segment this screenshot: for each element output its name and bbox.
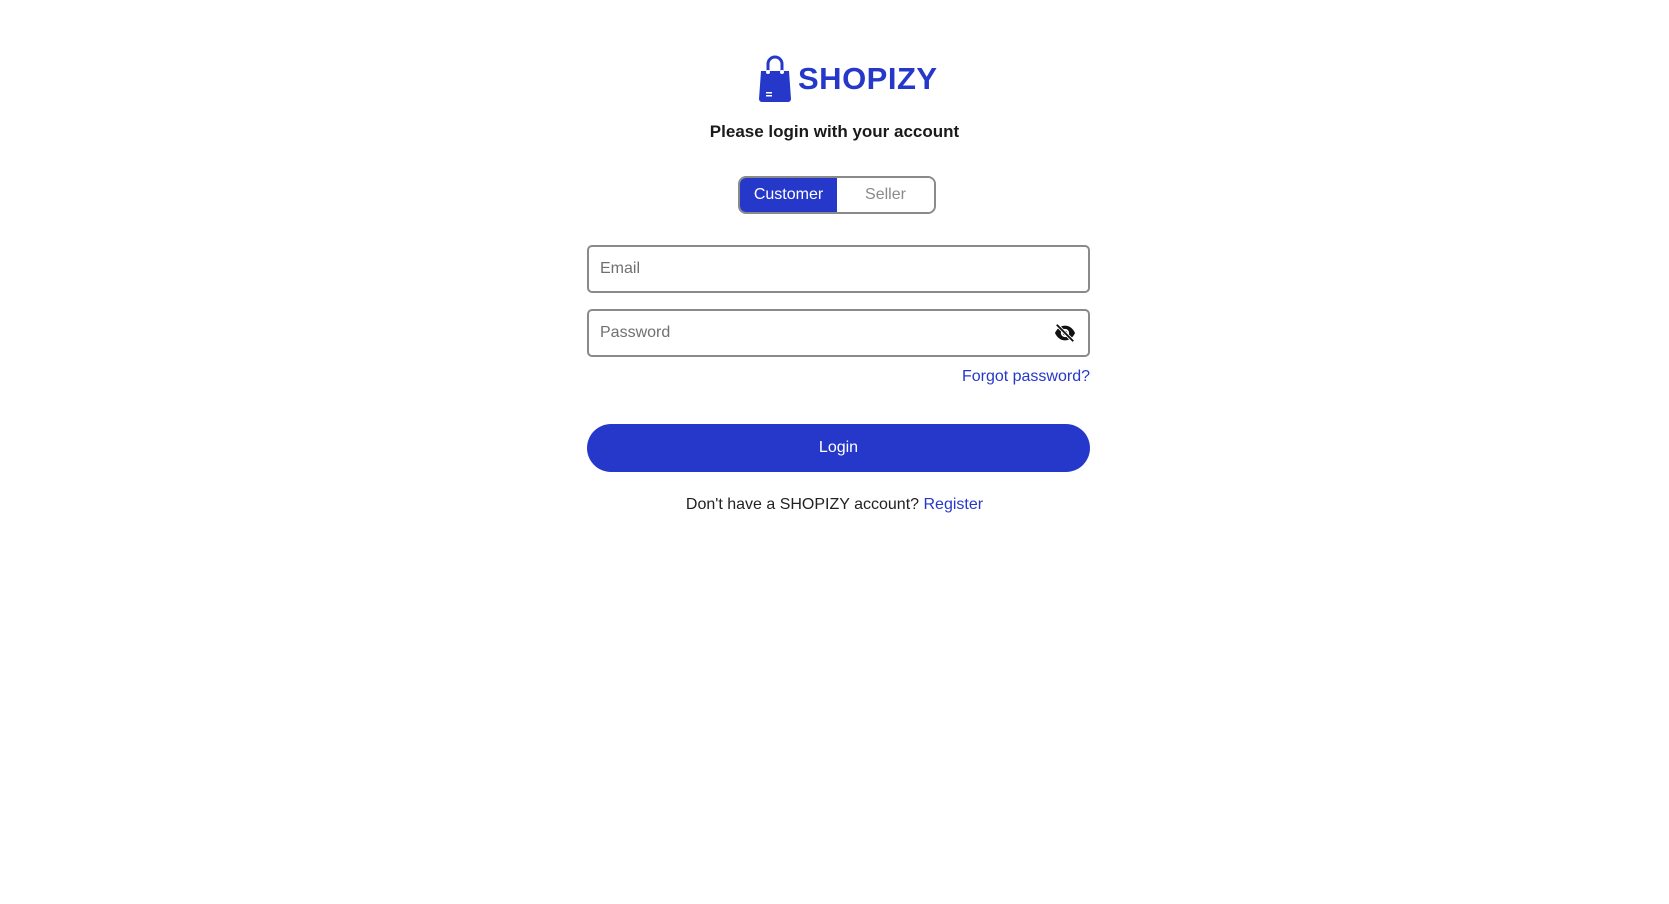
login-page: SHOPIZY Please login with your account C… (0, 0, 1669, 904)
eye-slash-icon[interactable] (1054, 323, 1076, 343)
register-row: Don't have a SHOPIZY account? Register (0, 496, 1669, 514)
login-button[interactable]: Login (587, 424, 1090, 472)
register-link[interactable]: Register (923, 496, 983, 513)
password-input[interactable] (589, 311, 1040, 355)
page-subtitle: Please login with your account (709, 122, 960, 141)
brand-name: SHOPIZY (798, 61, 938, 96)
shopping-bag-icon (759, 55, 791, 102)
role-option-customer[interactable]: Customer (740, 178, 837, 212)
email-field-wrapper (587, 245, 1090, 293)
forgot-password-link[interactable]: Forgot password? (962, 368, 1090, 386)
email-input[interactable] (589, 247, 1040, 291)
role-option-seller[interactable]: Seller (837, 178, 934, 212)
brand-logo: SHOPIZY (758, 54, 938, 104)
register-prompt: Don't have a SHOPIZY account? (685, 496, 920, 513)
role-toggle: Customer Seller (738, 176, 936, 214)
password-field-wrapper (587, 309, 1090, 357)
